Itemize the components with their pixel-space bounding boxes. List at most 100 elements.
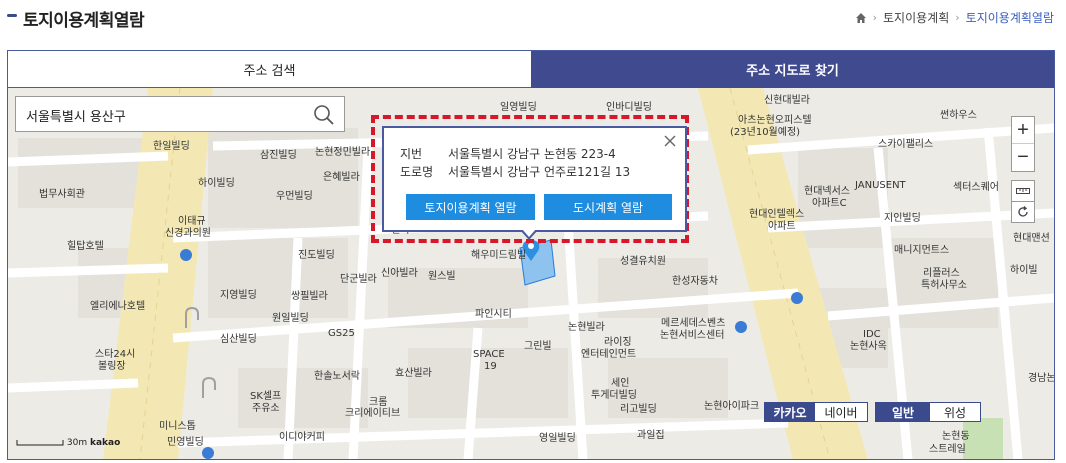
map-label: IDC [863,329,881,340]
jibun-label: 지번 [400,147,423,161]
map-label: 리플러스 [923,268,960,279]
map-label: 투게더빌딩 [591,390,637,401]
road-address-value: 서울특별시 강남구 언주로121길 13 [448,165,631,179]
map-label: 하이빌딩 [198,178,235,189]
map-label: 힐탑호텔 [67,241,104,252]
map-label: 우먼빌딩 [276,191,313,202]
map-label: 인바디빌딩 [606,102,652,113]
map-label: 논현서비스센터 [660,330,725,341]
map-provider-toggle: 카카오 네이버 [764,402,868,422]
map-label: 삼진빌딩 [260,150,297,161]
search-icon[interactable] [312,103,336,127]
chevron-right-icon: › [955,11,960,24]
land-use-plan-button[interactable]: 토지이용계획 열람 [406,194,535,220]
distance-ruler-icon[interactable] [1011,180,1035,202]
zoom-in-icon[interactable]: + [1012,117,1034,144]
map-label: 원일빌딩 [272,313,309,324]
chevron-right-icon: › [872,11,878,24]
map-label: 이태규 [178,216,206,227]
map-label: 신현대빌라 [764,95,810,106]
map-label: 한솔노서락 [314,371,360,382]
map-label: 경남논 [1028,373,1054,384]
map-label: 효산빌라 [395,368,432,379]
map-label: 한성자동차 [672,276,718,287]
page-header: 토지이용계획열람 › 토지이용계획 › 토지이용계획열람 [0,0,1066,34]
road-address-label: 도로명 [400,165,434,179]
city-plan-button[interactable]: 도시계획 열람 [544,194,672,220]
map-label: 아파트 [768,221,796,232]
road-address-row: 도로명 서울특별시 강남구 언주로121길 13 [400,163,630,180]
title-marker [7,14,17,17]
map-style-toggle: 일반 위성 [875,402,981,422]
page-title: 토지이용계획열람 [23,11,145,31]
breadcrumb-current[interactable]: 토지이용계획열람 [966,9,1054,26]
map-label: 19 [484,361,497,372]
map-scale: 30m kakao [16,438,120,448]
map-label: 한일빌딩 [153,141,190,152]
map-label: 현대맨션 [1013,233,1050,244]
map-label: 지영빌딩 [220,290,257,301]
map-label: 그린빌 [524,341,552,352]
tab-address-search[interactable]: 주소 검색 [8,51,531,88]
naver-map-button[interactable]: 네이버 [815,403,867,421]
popup-tail-inner [522,229,536,237]
map-label: SK셀프 [250,391,282,402]
map-label: 진도빌딩 [298,250,335,261]
map-label: 크리에이티브 [345,408,401,419]
map-label: 신경과의원 [165,228,211,239]
map-label: 이디야커피 [279,432,325,443]
map-search-box [15,96,345,132]
tab-bar: 주소 검색 주소 지도로 찾기 [8,51,1054,88]
map-label: 스타24시 [95,349,136,360]
zoom-control: + − [1011,116,1035,172]
home-icon[interactable] [855,12,867,24]
scale-distance: 30m [66,438,88,448]
map-label: 영일빌딩 [539,433,576,444]
breadcrumb-item[interactable]: 토지이용계획 [883,9,949,26]
map-label: JANUSENT [855,180,906,191]
map-label: 크롬 [369,397,388,408]
map-label: 볼링장 [98,361,126,372]
jibun-row: 지번 서울특별시 강남구 논현동 223-4 [400,145,616,162]
map-label: 썬하우스 [940,110,977,121]
map-label: 라이징 [604,337,632,348]
map-label: 논현아이파크 [704,401,760,412]
map-label: 엘리에나호텔 [90,301,146,312]
zoom-out-icon[interactable]: − [1012,144,1034,171]
map-label: 스트레일 [929,444,966,455]
map-label: 스카이팰리스 [878,139,934,150]
map-label: (23년10월예정) [730,127,801,138]
jibun-value: 서울특별시 강남구 논현동 223-4 [448,147,616,161]
map-panel: 주소 검색 주소 지도로 찾기 일영빌딩 인바디빌딩 신현대빌라 아츠논현오피스… [7,50,1055,460]
map-label: 특허사무소 [921,280,967,291]
map-label: 하이빌 [1010,265,1038,276]
close-icon[interactable] [663,134,677,148]
map-label: 리고빌딩 [620,404,657,415]
map-label: 논현사옥 [850,341,887,352]
map-label: 논현정민빌라 [315,147,371,158]
satellite-map-button[interactable]: 위성 [930,403,980,421]
map-label: SPACE [473,349,505,360]
map-label: 신아빌라 [381,268,418,279]
map-label: 은혜빌라 [323,172,360,183]
map-search-input[interactable] [26,105,296,125]
breadcrumb: › 토지이용계획 › 토지이용계획열람 [855,9,1054,26]
map-label: 메르세데스벤츠 [661,318,726,329]
tab-map-search[interactable]: 주소 지도로 찾기 [531,51,1054,88]
map-label: 논현동 [942,431,970,442]
map-view[interactable]: 일영빌딩 인바디빌딩 신현대빌라 아츠논현오피스텔 (23년10월예정) 썬하우… [8,88,1054,459]
map-label: 민영빌딩 [167,437,204,448]
parcel-info-popup: 지번 서울특별시 강남구 논현동 223-4 도로명 서울특별시 강남구 언주로… [382,126,687,232]
scale-bar [16,439,64,445]
map-label: 섹터스퀘어 [953,182,999,193]
map-label: 원스빌 [428,271,456,282]
kakao-map-button[interactable]: 카카오 [765,403,815,421]
map-label: GS25 [328,328,355,339]
map-label: 심산빌딩 [220,334,257,345]
map-label: 주유소 [252,403,280,414]
map-label: 현대인텔렉스 [749,209,805,220]
map-label: 과일집 [637,430,665,441]
refresh-icon[interactable] [1011,201,1035,223]
map-label: 단군빌라 [340,274,377,285]
normal-map-button[interactable]: 일반 [876,403,930,421]
